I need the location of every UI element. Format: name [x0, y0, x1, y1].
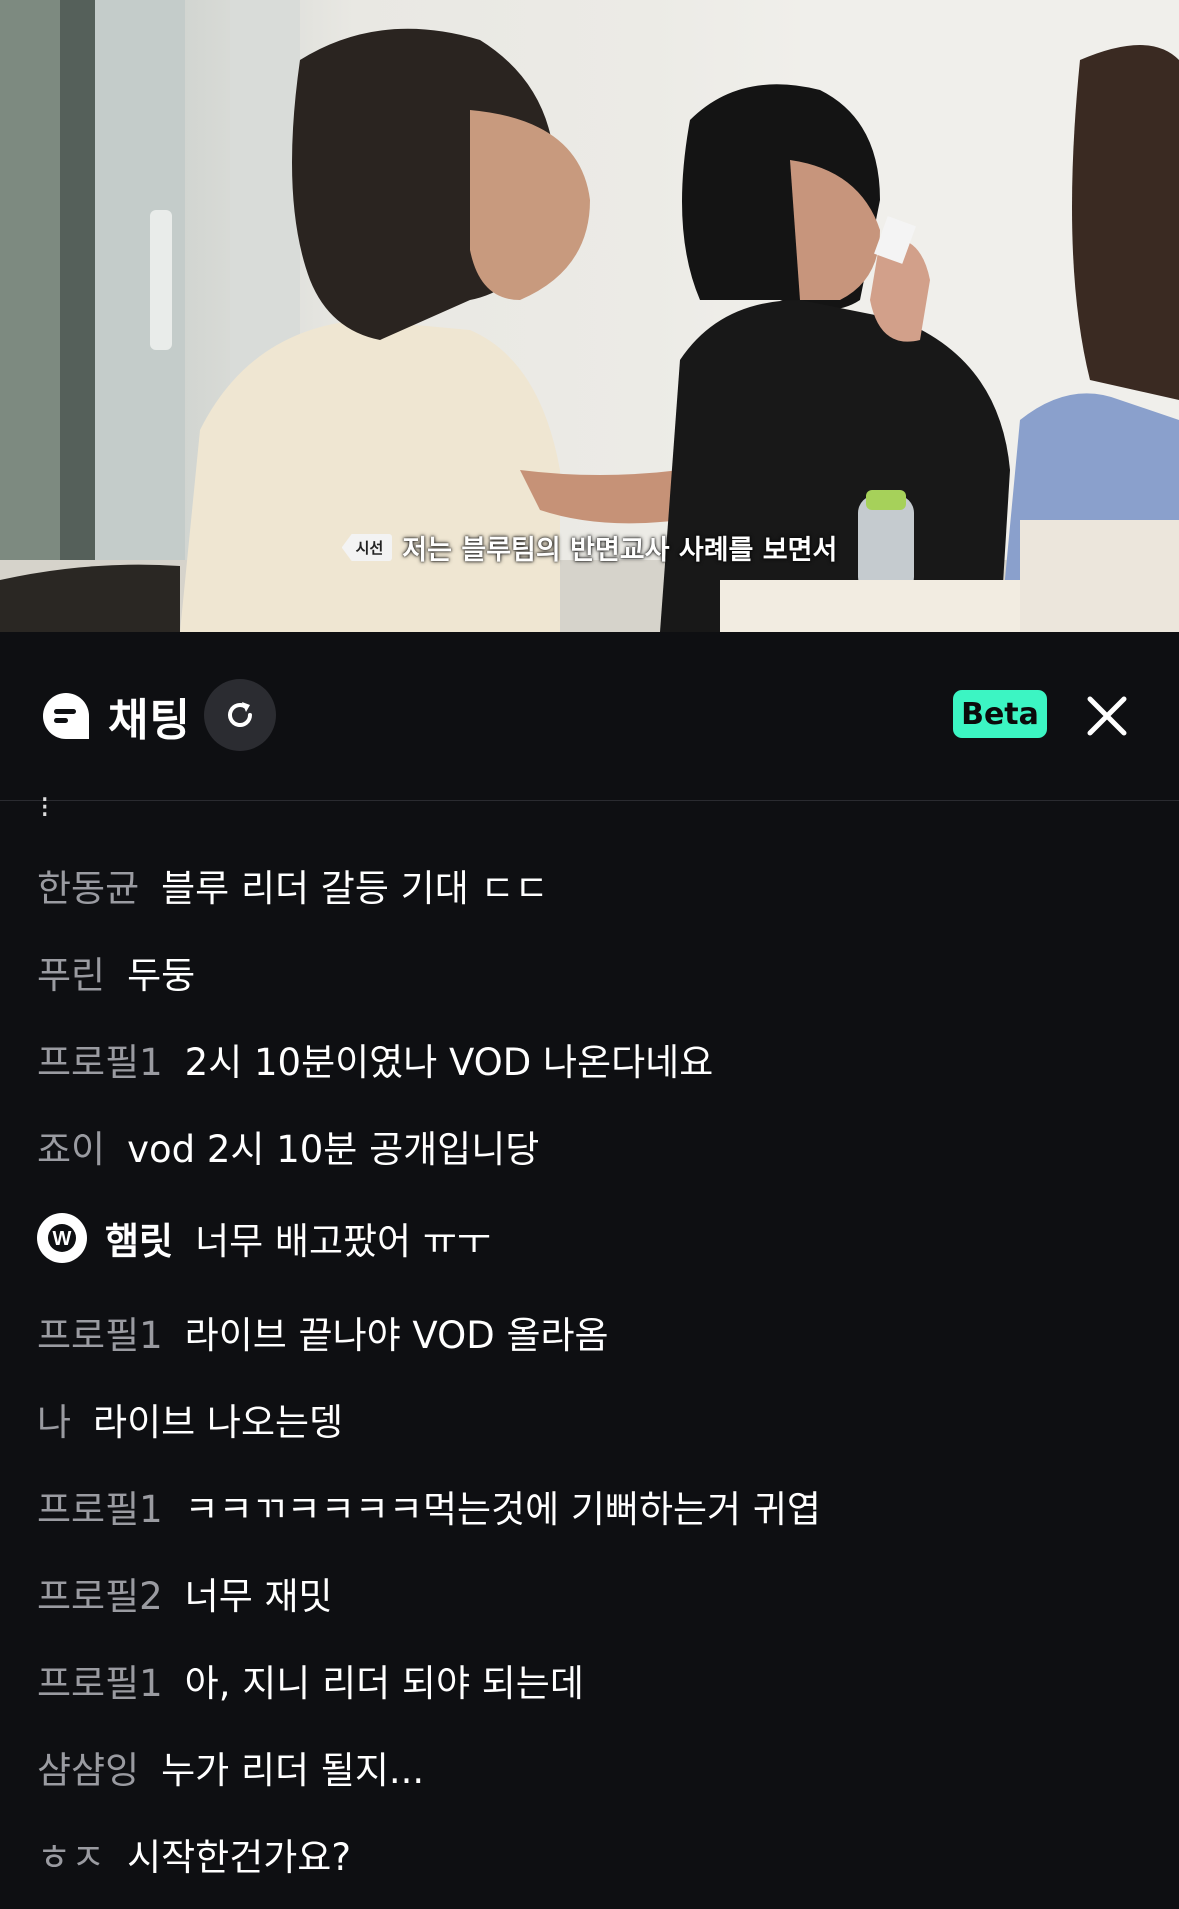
beta-badge: Beta — [953, 690, 1047, 738]
video-subtitle: 시선 저는 블루팀의 반면교사 사례를 보면서 — [0, 528, 1179, 567]
chat-text: 너무 재밋 — [184, 1575, 333, 1618]
chat-nickname[interactable]: 나 — [37, 1392, 71, 1446]
chat-text: 라이브 나오는뎅 — [93, 1401, 344, 1444]
chat-nickname[interactable]: 프로필1 — [37, 1653, 163, 1707]
chat-text: 2시 10분이였나 VOD 나온다네요 — [184, 1041, 714, 1084]
chat-message: 프로필1 2시 10분이였나 VOD 나온다네요 — [37, 1029, 713, 1089]
w-badge-letter: W — [53, 1228, 72, 1250]
chat-nickname[interactable]: 프로필2 — [37, 1566, 163, 1620]
chat-nickname[interactable]: ㅎㅈ — [37, 1827, 105, 1881]
chat-text: 아, 지니 리더 되야 되는데 — [184, 1662, 584, 1705]
chat-nickname[interactable]: 샴샴잉 — [37, 1740, 139, 1794]
subtitle-speaker-badge: 시선 — [341, 534, 393, 561]
chat-bubble-icon — [41, 691, 91, 741]
refresh-button[interactable] — [204, 679, 276, 751]
chat-nickname[interactable]: 프로필1 — [37, 1032, 163, 1086]
w-badge-icon: W — [37, 1213, 87, 1263]
chat-message-list[interactable]: 한동균 블루 리더 갈등 기대 ㄷㄷ 푸린 두둥 프로필1 2시 10분이였나 … — [0, 801, 1179, 1909]
chat-message: 프로필2 너무 재밋 — [37, 1563, 333, 1623]
chat-message: W 햄릿 너무 배고팠어 ㅠㅜ — [37, 1208, 491, 1268]
chat-message: 프로필1 ㅋㅋㄲㅋㅋㅋㅋ먹는것에 기뻐하는거 귀엽 — [37, 1476, 821, 1536]
chat-text: 라이브 끝나야 VOD 올라옴 — [184, 1314, 609, 1357]
refresh-icon — [228, 702, 252, 727]
chat-message: 죠이 vod 2시 10분 공개입니당 — [37, 1116, 539, 1176]
chat-nickname[interactable]: 죠이 — [37, 1119, 105, 1173]
chat-message: 프로필1 라이브 끝나야 VOD 올라옴 — [37, 1302, 609, 1362]
close-icon — [1087, 696, 1127, 736]
chat-text: 너무 배고팠어 ㅠㅜ — [195, 1220, 491, 1263]
chat-nickname[interactable]: 프로필1 — [37, 1305, 163, 1359]
chat-title: 채팅 — [108, 695, 191, 746]
chat-message: 나 라이브 나오는뎅 — [37, 1389, 343, 1449]
chat-text: 시작한건가요? — [127, 1836, 351, 1879]
chat-text: ㅋㅋㄲㅋㅋㅋㅋ먹는것에 기뻐하는거 귀엽 — [184, 1488, 821, 1531]
chat-nickname[interactable]: 햄릿 — [105, 1211, 173, 1265]
chat-message: 샴샴잉 누가 리더 될지... — [37, 1737, 424, 1797]
subtitle-text: 저는 블루팀의 반면교사 사례를 보면서 — [402, 535, 838, 566]
chat-message: ㅎㅈ 시작한건가요? — [37, 1824, 351, 1884]
chat-nickname[interactable]: 푸린 — [37, 945, 105, 999]
chat-text: 블루 리더 갈등 기대 ㄷㄷ — [161, 867, 549, 910]
chat-text: vod 2시 10분 공개입니당 — [127, 1128, 540, 1171]
chat-message: 푸린 두둥 — [37, 942, 195, 1002]
chat-text: 누가 리더 될지... — [161, 1749, 425, 1792]
close-button[interactable] — [1082, 691, 1132, 741]
chat-message: 한동균 블루 리더 갈등 기대 ㄷㄷ — [37, 855, 549, 915]
chat-nickname[interactable]: 프로필1 — [37, 1479, 163, 1533]
chat-nickname[interactable]: 한동균 — [37, 858, 139, 912]
chat-message: 프로필1 아, 지니 리더 되야 되는데 — [37, 1650, 584, 1710]
video-player[interactable]: 시선 저는 블루팀의 반면교사 사례를 보면서 — [0, 0, 1179, 632]
chat-text: 두둥 — [127, 954, 196, 997]
